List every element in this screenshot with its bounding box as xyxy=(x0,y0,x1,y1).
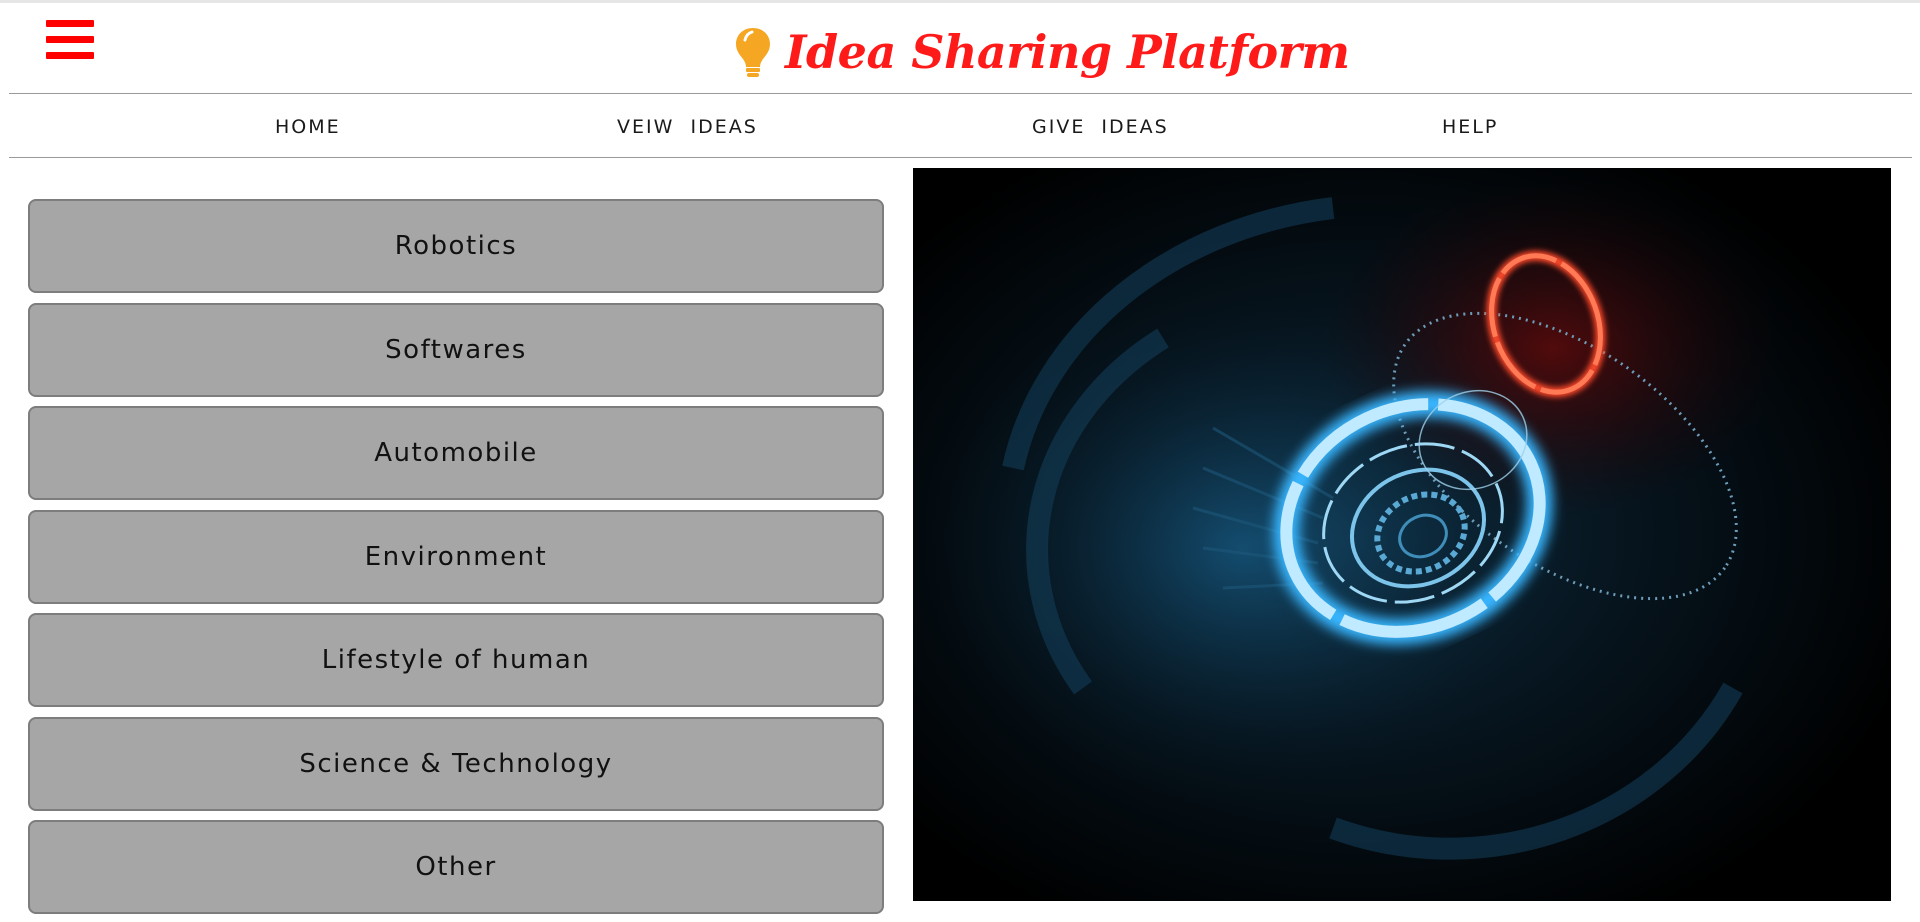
category-lifestyle-button[interactable]: Lifestyle of human xyxy=(28,613,884,707)
nav-divider xyxy=(9,157,1912,158)
category-other-button[interactable]: Other xyxy=(28,820,884,914)
category-environment-button[interactable]: Environment xyxy=(28,510,884,604)
brand[interactable]: Idea Sharing Platform xyxy=(733,21,1350,83)
futuristic-tech-rings-image xyxy=(913,168,1891,901)
category-robotics-button[interactable]: Robotics xyxy=(28,199,884,293)
hamburger-menu-icon[interactable] xyxy=(46,18,94,62)
nav-home[interactable]: HOME xyxy=(275,116,341,138)
main-nav: HOME VEIW IDEAS GIVE IDEAS HELP xyxy=(0,94,1920,157)
site-header: Idea Sharing Platform xyxy=(0,3,1920,93)
nav-give-ideas[interactable]: GIVE IDEAS xyxy=(1032,116,1169,138)
category-automobile-button[interactable]: Automobile xyxy=(28,406,884,500)
nav-view-ideas[interactable]: VEIW IDEAS xyxy=(617,116,758,138)
lightbulb-icon xyxy=(736,28,770,77)
site-title: Idea Sharing Platform xyxy=(785,25,1350,79)
category-softwares-button[interactable]: Softwares xyxy=(28,303,884,397)
hero-illustration xyxy=(913,168,1891,901)
nav-help[interactable]: HELP xyxy=(1442,116,1498,138)
category-science-technology-button[interactable]: Science & Technology xyxy=(28,717,884,811)
